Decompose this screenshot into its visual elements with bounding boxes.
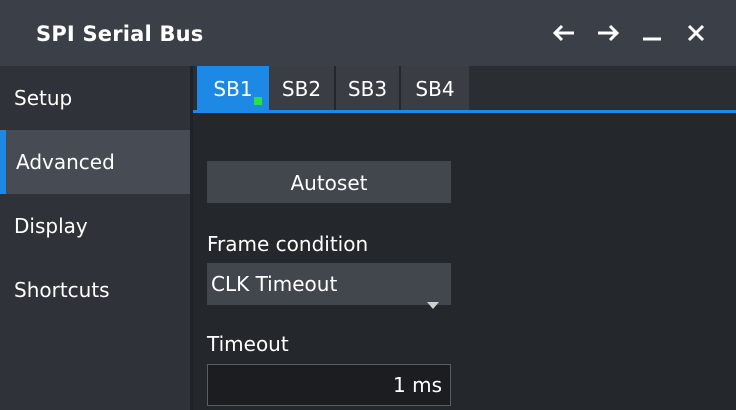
- tab-label: SB1: [213, 77, 253, 101]
- title-bar: SPI Serial Bus: [0, 0, 736, 66]
- back-arrow-icon[interactable]: [548, 18, 580, 48]
- sidebar-item-label: Setup: [14, 86, 73, 110]
- tab-label: SB4: [415, 77, 455, 101]
- sidebar: Setup Advanced Display Shortcuts: [0, 66, 190, 410]
- sidebar-item-label: Shortcuts: [14, 278, 110, 302]
- sidebar-item-setup[interactable]: Setup: [0, 66, 190, 130]
- spi-serial-bus-dialog: SPI Serial Bus Setup Advanced Display Sh…: [0, 0, 736, 410]
- tab-bar: SB1 SB2 SB3 SB4: [193, 66, 736, 110]
- sidebar-item-label: Advanced: [16, 150, 115, 174]
- close-icon[interactable]: [680, 18, 712, 48]
- main-panel: SB1 SB2 SB3 SB4 Autoset Frame condition …: [193, 66, 736, 410]
- minimize-icon[interactable]: [636, 18, 668, 48]
- timeout-input[interactable]: 1 ms: [207, 364, 451, 406]
- sidebar-item-shortcuts[interactable]: Shortcuts: [0, 258, 190, 322]
- forward-arrow-icon[interactable]: [592, 18, 624, 48]
- tab-label: SB3: [347, 77, 388, 101]
- frame-condition-value: CLK Timeout: [211, 272, 338, 296]
- chevron-down-icon: [427, 281, 439, 323]
- autoset-button[interactable]: Autoset: [207, 161, 451, 203]
- tab-label: SB2: [281, 77, 322, 101]
- dialog-title: SPI Serial Bus: [36, 22, 204, 46]
- sidebar-item-label: Display: [14, 214, 88, 238]
- active-indicator-icon: [254, 97, 262, 105]
- tab-sb2[interactable]: SB2: [269, 66, 334, 110]
- tab-sb4[interactable]: SB4: [401, 66, 469, 110]
- sidebar-item-display[interactable]: Display: [0, 194, 190, 258]
- tab-underline: [193, 110, 736, 113]
- timeout-label: Timeout: [207, 332, 289, 356]
- frame-condition-label: Frame condition: [207, 232, 369, 256]
- frame-condition-select[interactable]: CLK Timeout: [207, 263, 451, 309]
- tab-sb3[interactable]: SB3: [336, 66, 399, 110]
- sidebar-item-advanced[interactable]: Advanced: [0, 130, 190, 194]
